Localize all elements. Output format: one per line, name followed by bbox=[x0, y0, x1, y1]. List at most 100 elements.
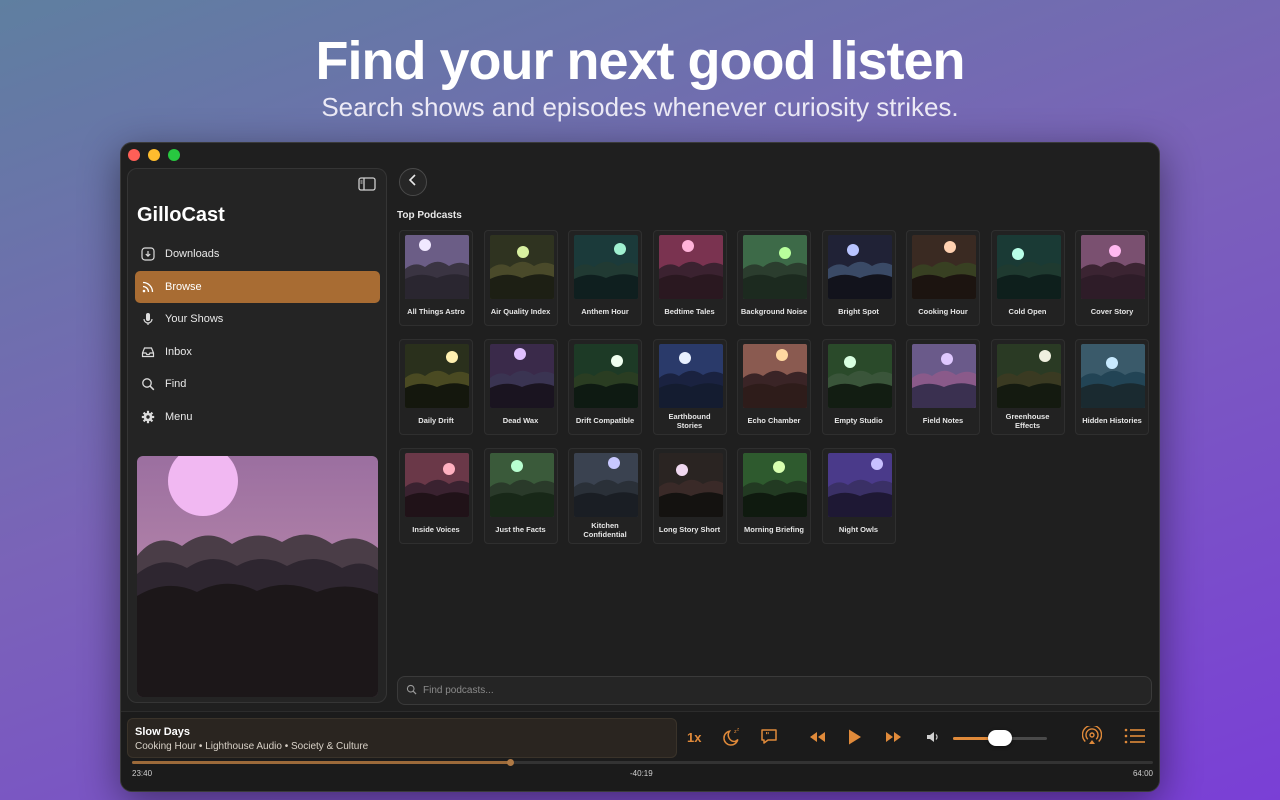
now-playing-artwork bbox=[137, 456, 378, 697]
podcast-tile[interactable]: Greenhouse Effects bbox=[990, 339, 1065, 435]
podcast-tile[interactable]: Just the Facts bbox=[483, 448, 558, 544]
sidebar-toggle-icon[interactable] bbox=[358, 177, 376, 191]
zoom-window-button[interactable] bbox=[168, 149, 180, 161]
podcast-tile[interactable]: Earthbound Stories bbox=[652, 339, 727, 435]
airplay-icon[interactable] bbox=[1082, 726, 1102, 746]
podcast-title: Drift Compatible bbox=[575, 416, 635, 426]
remaining-time: -40:19 bbox=[630, 769, 653, 778]
podcast-title: Greenhouse Effects bbox=[1005, 411, 1050, 430]
podcast-artwork bbox=[1081, 344, 1145, 408]
elapsed-time: 23:40 bbox=[132, 769, 153, 778]
play-icon[interactable] bbox=[847, 728, 863, 746]
chevron-left-icon bbox=[408, 173, 418, 191]
back-button[interactable] bbox=[399, 168, 427, 196]
podcast-artwork bbox=[574, 235, 638, 299]
podcast-tile[interactable]: Inside Voices bbox=[399, 448, 473, 544]
minimize-window-button[interactable] bbox=[148, 149, 160, 161]
podcast-tile[interactable]: Background Noise bbox=[737, 230, 811, 326]
progress-knob[interactable] bbox=[506, 759, 514, 766]
episode-meta: Cooking Hour • Lighthouse Audio • Societ… bbox=[135, 741, 369, 752]
podcast-title: Hidden Histories bbox=[1082, 416, 1142, 426]
podcast-tile[interactable]: Morning Briefing bbox=[737, 448, 811, 544]
sidebar-item-label: Browse bbox=[165, 280, 202, 293]
progress-bar[interactable] bbox=[132, 759, 1153, 766]
podcast-tile[interactable]: Anthem Hour bbox=[568, 230, 642, 326]
sidebar-item-your-shows[interactable]: Your Shows bbox=[135, 303, 380, 335]
hero-subtitle: Search shows and episodes whenever curio… bbox=[321, 92, 959, 122]
transcript-icon[interactable]: " bbox=[759, 727, 779, 747]
volume-knob[interactable] bbox=[988, 730, 1012, 746]
inbox-icon bbox=[141, 345, 155, 359]
podcast-artwork bbox=[658, 453, 723, 517]
podcast-tile[interactable]: Air Quality Index bbox=[483, 230, 558, 326]
podcast-title: Bedtime Tales bbox=[664, 307, 715, 317]
podcast-tile[interactable]: Night Owls bbox=[821, 448, 896, 544]
download-icon bbox=[141, 247, 155, 261]
podcast-tile[interactable]: Drift Compatible bbox=[568, 339, 642, 435]
podcast-title: Air Quality Index bbox=[490, 307, 551, 317]
podcast-tile[interactable]: Field Notes bbox=[906, 339, 980, 435]
search-icon bbox=[406, 682, 417, 700]
podcast-title: Night Owls bbox=[838, 525, 879, 535]
search-input[interactable]: Find podcasts... bbox=[423, 685, 494, 696]
queue-list-icon[interactable] bbox=[1124, 728, 1146, 744]
podcast-artwork bbox=[912, 344, 976, 408]
podcast-tile[interactable]: Hidden Histories bbox=[1075, 339, 1149, 435]
search-icon bbox=[141, 377, 155, 391]
podcast-title: Empty Studio bbox=[834, 416, 883, 426]
podcast-artwork bbox=[827, 453, 892, 517]
fast-forward-icon[interactable] bbox=[884, 730, 904, 744]
gear-icon bbox=[141, 410, 155, 424]
podcast-title: Dead Wax bbox=[502, 416, 539, 426]
podcast-tile[interactable]: Long Story Short bbox=[652, 448, 727, 544]
app-name: GilloCast bbox=[137, 204, 225, 226]
podcast-title: Kitchen Confidential bbox=[583, 520, 627, 539]
sidebar-item-browse[interactable]: Browse bbox=[135, 270, 380, 303]
podcast-artwork bbox=[574, 453, 638, 517]
podcast-tile[interactable]: Echo Chamber bbox=[737, 339, 811, 435]
podcast-artwork bbox=[574, 344, 638, 408]
podcast-artwork bbox=[489, 235, 554, 299]
podcast-tile[interactable]: Bedtime Tales bbox=[652, 230, 727, 326]
podcast-artwork bbox=[405, 344, 469, 408]
podcast-artwork bbox=[489, 453, 554, 517]
podcast-title: Background Noise bbox=[740, 307, 808, 317]
podcast-tile[interactable]: Cooking Hour bbox=[906, 230, 980, 326]
podcast-tile[interactable]: All Things Astro bbox=[399, 230, 473, 326]
podcast-artwork bbox=[996, 235, 1061, 299]
podcast-title: Field Notes bbox=[922, 416, 964, 426]
podcast-tile[interactable]: Cover Story bbox=[1075, 230, 1149, 326]
podcast-title: Morning Briefing bbox=[744, 525, 804, 535]
volume-slider[interactable] bbox=[953, 730, 1047, 746]
now-playing-info[interactable]: Slow Days Cooking Hour • Lighthouse Audi… bbox=[127, 718, 677, 758]
app-window: GilloCast Downloads Browse Your Shows In… bbox=[120, 142, 1160, 792]
total-time: 64:00 bbox=[1132, 769, 1153, 778]
microphone-icon bbox=[141, 312, 155, 326]
podcast-title: Earthbound Stories bbox=[668, 411, 711, 430]
sidebar-item-menu[interactable]: Menu bbox=[135, 401, 380, 433]
podcast-tile[interactable]: Cold Open bbox=[990, 230, 1065, 326]
podcast-artwork bbox=[405, 453, 469, 517]
window-controls bbox=[128, 149, 180, 161]
search-bar[interactable]: Find podcasts... bbox=[397, 676, 1152, 705]
podcast-artwork bbox=[827, 235, 892, 299]
rewind-icon[interactable] bbox=[807, 730, 827, 744]
podcast-tile[interactable]: Daily Drift bbox=[399, 339, 473, 435]
podcast-tile[interactable]: Bright Spot bbox=[821, 230, 896, 326]
sidebar-item-find[interactable]: Find bbox=[135, 368, 380, 400]
podcast-title: Anthem Hour bbox=[581, 307, 629, 317]
playback-speed-button[interactable]: 1x bbox=[687, 730, 701, 745]
close-window-button[interactable] bbox=[128, 149, 140, 161]
main-content: Top Podcasts All Things Astro Air Quality… bbox=[397, 168, 1157, 708]
podcast-title: All Things Astro bbox=[407, 307, 465, 317]
podcast-tile[interactable]: Dead Wax bbox=[483, 339, 558, 435]
podcast-title: Inside Voices bbox=[412, 525, 460, 535]
podcast-artwork bbox=[658, 235, 723, 299]
sidebar-item-downloads[interactable]: Downloads bbox=[135, 238, 380, 270]
sidebar-item-inbox[interactable]: Inbox bbox=[135, 336, 380, 368]
volume-icon bbox=[926, 731, 940, 743]
podcast-tile[interactable]: Kitchen Confidential bbox=[568, 448, 642, 544]
rss-icon bbox=[141, 280, 155, 294]
sleep-timer-icon[interactable]: zz bbox=[722, 727, 742, 747]
podcast-tile[interactable]: Empty Studio bbox=[821, 339, 896, 435]
